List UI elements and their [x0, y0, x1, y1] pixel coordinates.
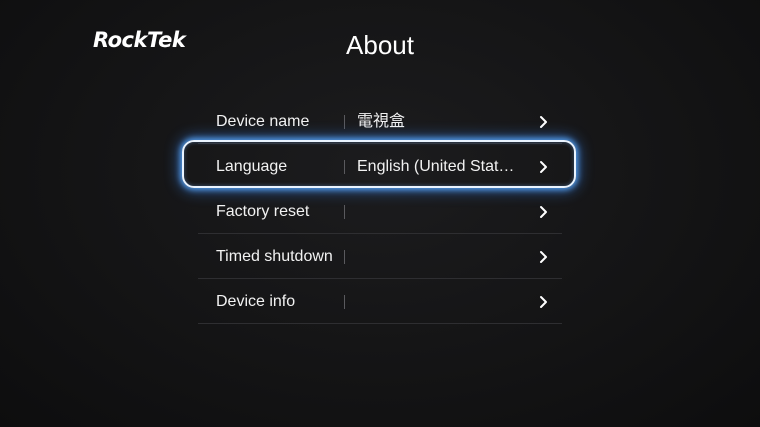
settings-list: Device name 電視盒 Language English (United… — [182, 99, 576, 324]
setting-label: Factory reset — [216, 203, 310, 220]
setting-row-device-name[interactable]: Device name 電視盒 — [198, 99, 562, 144]
setting-label: Device name — [216, 113, 310, 130]
setting-label: Language — [216, 158, 288, 175]
setting-row-factory-reset[interactable]: Factory reset — [198, 189, 562, 234]
chevron-right-icon — [540, 251, 547, 263]
page-title: About — [346, 30, 414, 60]
row-separator — [344, 115, 345, 129]
chevron-right-icon — [540, 161, 547, 173]
row-separator — [344, 205, 345, 219]
chevron-right-icon — [540, 296, 547, 308]
setting-label: Timed shutdown — [216, 248, 333, 265]
setting-label: Device info — [216, 293, 296, 310]
chevron-right-icon — [540, 116, 547, 128]
setting-row-timed-shutdown[interactable]: Timed shutdown — [198, 234, 562, 279]
setting-value: English (United Stat… — [357, 158, 515, 175]
setting-value: 電視盒 — [357, 113, 406, 130]
row-separator — [344, 160, 345, 174]
row-separator — [344, 250, 345, 264]
row-separator — [344, 295, 345, 309]
setting-row-language[interactable]: Language English (United Stat… — [182, 140, 576, 189]
setting-row-device-info[interactable]: Device info — [198, 279, 562, 324]
chevron-right-icon — [540, 206, 547, 218]
